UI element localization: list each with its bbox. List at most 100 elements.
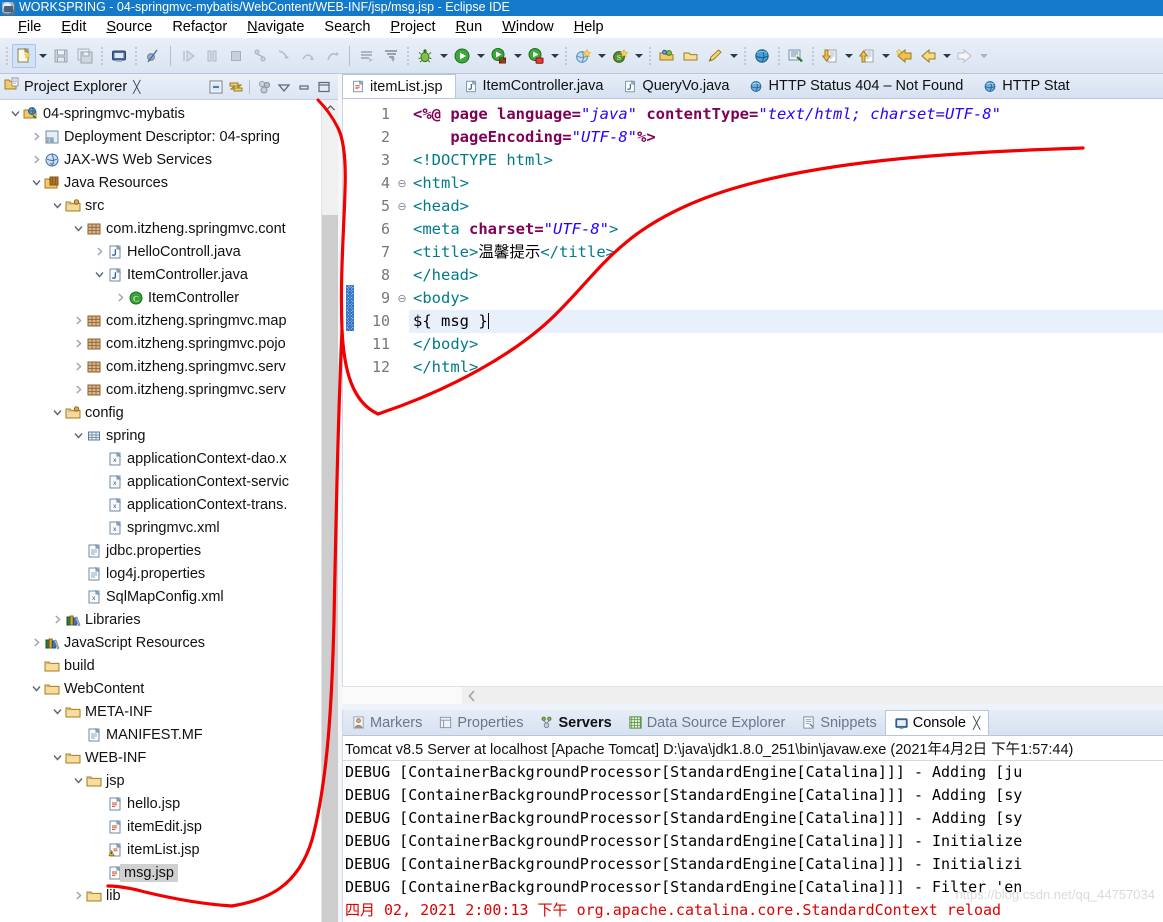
fold-collapse-icon[interactable]: ⊖ (395, 195, 409, 218)
chevron-right-icon[interactable] (113, 292, 127, 303)
tree-item-deployment-descriptor-04-spring[interactable]: 2.5 Deployment Descriptor: 04-spring (0, 125, 338, 148)
tree-item-itemlist-jsp[interactable]: itemList.jsp (0, 838, 338, 861)
menu-refactor[interactable]: Refactor (162, 19, 237, 35)
new-task-button[interactable] (703, 44, 727, 68)
up-arrow-dropdown[interactable] (879, 45, 892, 67)
code-line[interactable]: <head> (409, 195, 1163, 218)
menu-navigate[interactable]: Navigate (237, 19, 314, 35)
tree-item-sqlmapconfig-xml[interactable]: x SqlMapConfig.xml (0, 585, 338, 608)
forward-dropdown[interactable] (977, 45, 990, 67)
tree-item-log4j-properties[interactable]: log4j.properties (0, 562, 338, 585)
menu-edit[interactable]: Edit (51, 19, 96, 35)
chevron-right-icon[interactable] (71, 315, 85, 326)
menu-run[interactable]: Run (446, 19, 493, 35)
tree-item-jax-ws-web-services[interactable]: JAX-WS Web Services (0, 148, 338, 171)
chevron-right-icon[interactable] (71, 361, 85, 372)
editor-tab-http-status-404-not-found[interactable]: HTTP Status 404 – Not Found (741, 74, 975, 98)
chevron-right-icon[interactable] (71, 890, 85, 901)
tree-item-com-itzheng-springmvc-pojo[interactable]: com.itzheng.springmvc.pojo (0, 332, 338, 355)
down-arrow-dropdown[interactable] (842, 45, 855, 67)
tree-item-web-inf[interactable]: WEB-INF (0, 746, 338, 769)
chevron-right-icon[interactable] (71, 338, 85, 349)
editor-horizontal-scrollbar[interactable] (342, 686, 1163, 704)
console-view[interactable]: Tomcat v8.5 Server at localhost [Apache … (343, 736, 1163, 922)
link-editor-icon[interactable] (227, 78, 244, 95)
tree-item-itemcontroller-java[interactable]: ItemController.java (0, 263, 338, 286)
chevron-down-icon[interactable] (71, 223, 85, 234)
tree-item-applicationcontext-servic[interactable]: x applicationContext-servic (0, 470, 338, 493)
debug-dropdown-arrow[interactable] (437, 45, 450, 67)
chevron-down-icon[interactable] (71, 775, 85, 786)
save-button[interactable] (49, 44, 73, 68)
menu-source[interactable]: Source (96, 19, 162, 35)
tree-item-javascript-resources[interactable]: JavaScript Resources (0, 631, 338, 654)
bottom-tab-console[interactable]: Console ╳ (884, 710, 990, 735)
scroll-up-icon[interactable] (322, 100, 338, 117)
code-line[interactable]: <html> (409, 172, 1163, 195)
code-line[interactable]: ${ msg } (409, 310, 1163, 333)
new-dropdown-arrow[interactable] (36, 45, 49, 67)
editor-tab-itemlist-jsp[interactable]: itemList.jsp (342, 74, 456, 98)
step-into-button[interactable] (272, 44, 296, 68)
profile-button[interactable] (524, 44, 548, 68)
tree-item-com-itzheng-springmvc-cont[interactable]: com.itzheng.springmvc.cont (0, 217, 338, 240)
editor-tabbar[interactable]: itemList.jsp ItemController.java QueryVo.j… (342, 74, 1163, 99)
close-icon[interactable]: ╳ (133, 80, 140, 94)
tree-item-applicationcontext-dao-x[interactable]: x applicationContext-dao.x (0, 447, 338, 470)
tree-item-config[interactable]: config (0, 401, 338, 424)
tree-item-webcontent[interactable]: WebContent (0, 677, 338, 700)
project-explorer-scrollbar[interactable] (321, 100, 338, 922)
run-server-dropdown-arrow[interactable] (511, 45, 524, 67)
code-line[interactable]: </html> (409, 356, 1163, 379)
code-line[interactable]: pageEncoding="UTF-8"%> (409, 126, 1163, 149)
bottom-tab-markers[interactable]: Markers (343, 710, 430, 735)
tree-item-hellocontroll-java[interactable]: HelloControll.java (0, 240, 338, 263)
tree-item-manifest-mf[interactable]: MANIFEST.MF (0, 723, 338, 746)
tree-item-com-itzheng-springmvc-serv[interactable]: com.itzheng.springmvc.serv (0, 378, 338, 401)
tree-item-jdbc-properties[interactable]: jdbc.properties (0, 539, 338, 562)
forward-arrow-icon[interactable] (953, 44, 977, 68)
tree-item-build[interactable]: build (0, 654, 338, 677)
fold-collapse-icon[interactable]: ⊖ (395, 172, 409, 195)
bottom-tab-servers[interactable]: Servers (531, 710, 619, 735)
menu-window[interactable]: Window (492, 19, 564, 35)
code-line[interactable]: <%@ page language="java" contentType="te… (409, 103, 1163, 126)
chevron-right-icon[interactable] (29, 637, 43, 648)
debug-button[interactable] (413, 44, 437, 68)
chevron-down-icon[interactable] (29, 683, 43, 694)
back-dropdown[interactable] (940, 45, 953, 67)
step-return-button[interactable] (320, 44, 344, 68)
tree-item-springmvc-xml[interactable]: x springmvc.xml (0, 516, 338, 539)
chevron-down-icon[interactable] (275, 78, 292, 95)
open-task-button[interactable] (679, 44, 703, 68)
save-all-button[interactable] (73, 44, 97, 68)
tree-item-spring[interactable]: spring (0, 424, 338, 447)
run-server-button[interactable] (487, 44, 511, 68)
chevron-down-icon[interactable] (50, 752, 64, 763)
code-line[interactable]: </head> (409, 264, 1163, 287)
down-arrow-doc-icon[interactable] (818, 44, 842, 68)
toggle-breakpoint-button[interactable] (141, 44, 165, 68)
tree-item-itemcontroller[interactable]: C ItemController (0, 286, 338, 309)
previous-annotation-button[interactable] (379, 44, 403, 68)
back-arrow-icon[interactable] (916, 44, 940, 68)
tree-item-com-itzheng-springmvc-map[interactable]: com.itzheng.springmvc.map (0, 309, 338, 332)
run-dropdown-arrow[interactable] (474, 45, 487, 67)
profile-dropdown-arrow[interactable] (548, 45, 561, 67)
folding-column[interactable]: ⊖ ⊖ ⊖ (395, 99, 409, 686)
menu-project[interactable]: Project (380, 19, 445, 35)
tree-item-src[interactable]: src (0, 194, 338, 217)
scroll-left-icon[interactable] (462, 689, 482, 702)
chevron-down-icon[interactable] (92, 269, 106, 280)
bottom-tab-data-source-explorer[interactable]: Data Source Explorer (620, 710, 794, 735)
suspend-button[interactable] (200, 44, 224, 68)
scrollbar-thumb[interactable] (322, 215, 338, 922)
tree-item-hello-jsp[interactable]: hello.jsp (0, 792, 338, 815)
menu-search[interactable]: Search (314, 19, 380, 35)
run-button[interactable] (450, 44, 474, 68)
fold-collapse-icon[interactable]: ⊖ (395, 287, 409, 310)
editor-tab-itemcontroller-java[interactable]: ItemController.java (456, 74, 616, 98)
code-line[interactable]: <!DOCTYPE html> (409, 149, 1163, 172)
chevron-right-icon[interactable] (92, 246, 106, 257)
step-over-button[interactable] (296, 44, 320, 68)
